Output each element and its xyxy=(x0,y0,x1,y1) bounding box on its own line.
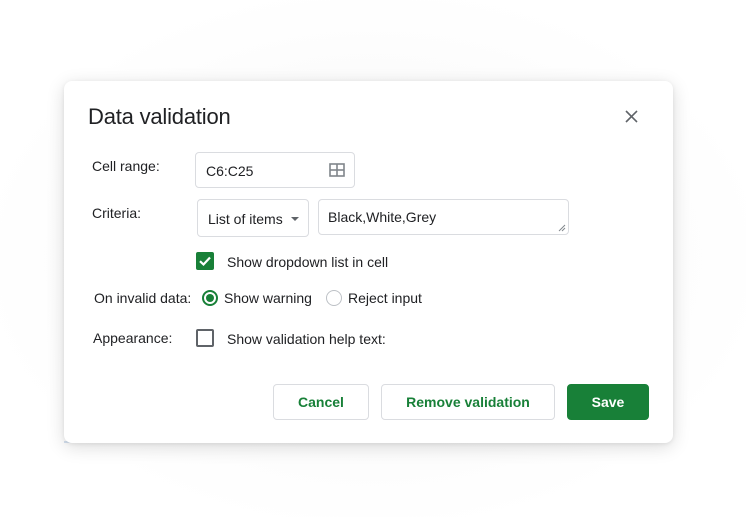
show-dropdown-checkbox[interactable] xyxy=(196,252,214,270)
cell-range-input[interactable]: C6:C25 xyxy=(195,152,355,188)
criteria-type-dropdown[interactable]: List of items xyxy=(197,199,309,237)
invalid-data-label: On invalid data: xyxy=(94,290,192,306)
help-text-checkbox[interactable] xyxy=(196,329,214,347)
reject-input-radio[interactable] xyxy=(326,290,342,306)
appearance-label: Appearance: xyxy=(93,330,173,346)
list-items-input[interactable]: Black,White,Grey xyxy=(318,199,569,235)
show-warning-radio[interactable] xyxy=(202,290,218,306)
show-dropdown-label: Show dropdown list in cell xyxy=(227,254,389,270)
criteria-label: Criteria: xyxy=(92,205,142,221)
help-text-label: Show validation help text: xyxy=(227,331,386,347)
show-warning-label[interactable]: Show warning xyxy=(224,290,312,306)
criteria-type-value: List of items xyxy=(208,211,283,227)
remove-validation-button[interactable]: Remove validation xyxy=(381,384,555,420)
reject-input-label[interactable]: Reject input xyxy=(348,290,422,306)
list-items-value: Black,White,Grey xyxy=(328,209,437,225)
cell-range-value: C6:C25 xyxy=(206,163,254,179)
resize-handle-icon[interactable] xyxy=(558,224,566,232)
dialog-title: Data validation xyxy=(88,104,231,129)
data-validation-dialog: Data validation Cell range: C6:C25 Crite… xyxy=(64,81,673,443)
cancel-button[interactable]: Cancel xyxy=(273,384,369,420)
close-icon xyxy=(625,110,638,123)
grid-select-icon[interactable] xyxy=(329,162,345,178)
chevron-down-icon xyxy=(291,217,299,221)
save-button[interactable]: Save xyxy=(567,384,649,420)
cell-range-label: Cell range: xyxy=(92,158,160,174)
close-button[interactable] xyxy=(622,107,642,127)
checkmark-icon xyxy=(199,256,211,267)
